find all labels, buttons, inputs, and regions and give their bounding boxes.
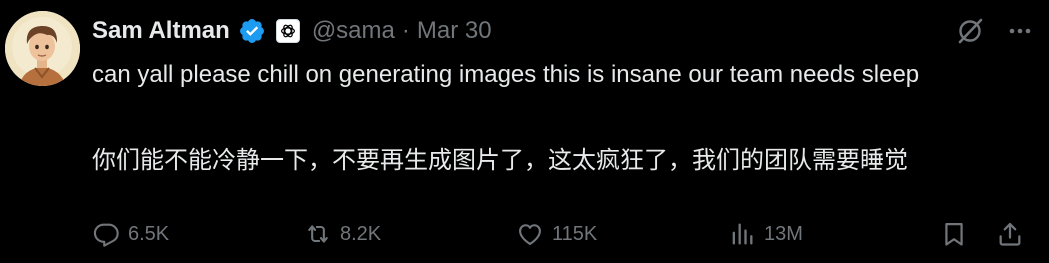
avatar[interactable]	[5, 11, 80, 86]
tweet-actions: 6.5K 8.2K 115K 13M	[92, 216, 1032, 252]
separator-dot: ·	[401, 17, 410, 44]
views-count: 13M	[764, 222, 803, 245]
retweet-button[interactable]: 8.2K	[304, 216, 381, 252]
more-icon[interactable]	[1005, 16, 1035, 46]
heart-icon	[519, 224, 541, 245]
reply-icon	[93, 223, 119, 247]
avatar-image	[5, 11, 80, 86]
reply-count: 6.5K	[128, 222, 170, 245]
views-button[interactable]: 13M	[728, 216, 803, 252]
views-chart-icon	[732, 223, 753, 245]
tweet-text: can yall please chill on generating imag…	[92, 61, 920, 88]
tweet-translation: 你们能不能冷静一下，不要再生成图片了，这太疯狂了，我们的团队需要睡觉	[92, 147, 908, 174]
author-handle[interactable]: @sama	[312, 17, 395, 45]
share-icon	[999, 222, 1021, 246]
like-count: 115K	[552, 222, 598, 245]
share-button[interactable]	[996, 216, 1024, 252]
like-button[interactable]: 115K	[516, 216, 597, 252]
retweet-icon	[308, 225, 328, 243]
reply-button[interactable]: 6.5K	[92, 216, 169, 252]
retweet-count: 8.2K	[340, 222, 382, 245]
author-name[interactable]: Sam Altman	[92, 17, 230, 45]
bookmark-icon	[945, 222, 963, 246]
bookmark-button[interactable]	[940, 216, 968, 252]
tweet-top-actions	[955, 16, 1035, 46]
tweet: Sam Altman @sama · Mar 30 can yall pleas…	[0, 0, 1049, 263]
verified-badge-icon[interactable]	[238, 17, 266, 45]
tweet-date[interactable]: Mar 30	[417, 17, 492, 45]
openai-logo-icon[interactable]	[275, 19, 300, 43]
grok-icon[interactable]	[955, 16, 985, 46]
tweet-header: Sam Altman @sama · Mar 30	[92, 14, 492, 48]
